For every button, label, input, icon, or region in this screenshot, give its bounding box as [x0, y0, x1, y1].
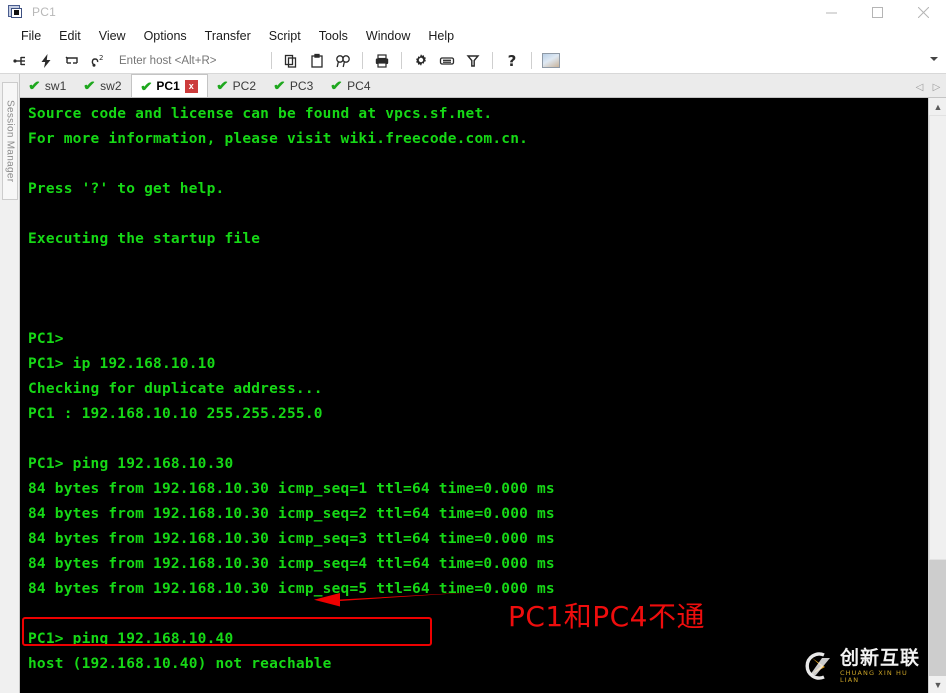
terminal-line: Press '?' to get help. [28, 181, 225, 197]
menu-item-tools[interactable]: Tools [310, 26, 357, 46]
sidebar-item-session-manager[interactable]: Session Manager [2, 82, 18, 200]
terminal-line: PC1 : 192.168.10.10 255.255.255.0 [28, 406, 323, 422]
close-icon[interactable]: x [184, 79, 198, 93]
chevron-left-icon[interactable]: ◁ [914, 81, 925, 94]
tab-label: sw1 [44, 78, 67, 93]
scroll-down-arrow-icon[interactable]: ▼ [929, 676, 946, 693]
tab-pc2[interactable]: ✔ PC2 [207, 74, 265, 97]
menu-item-view[interactable]: View [90, 26, 135, 46]
tab-sw2[interactable]: ✔ sw2 [75, 74, 131, 97]
paste-icon[interactable] [305, 49, 329, 73]
connected-check-icon: ✔ [273, 78, 286, 93]
tab-label: PC2 [232, 78, 256, 93]
window-controls [808, 0, 946, 24]
svg-text:?: ? [508, 53, 517, 69]
image-icon[interactable] [539, 49, 563, 73]
copy-icon[interactable] [279, 49, 303, 73]
connect-icon[interactable] [8, 49, 32, 73]
menu-item-options[interactable]: Options [135, 26, 196, 46]
menu-item-script[interactable]: Script [260, 26, 310, 46]
connect-sftp-icon[interactable]: 2 [86, 49, 110, 73]
tab-pc4[interactable]: ✔ PC4 [322, 74, 380, 97]
connected-check-icon: ✔ [215, 78, 229, 93]
terminal-line: PC1> [28, 331, 64, 347]
tab-sw1[interactable]: ✔ sw1 [20, 74, 76, 97]
terminal-line: For more information, please visit wiki.… [28, 131, 529, 147]
connected-check-icon: ✔ [83, 78, 96, 93]
terminal-line: PC1> ping 192.168.10.30 [28, 456, 234, 472]
terminal-line: 84 bytes from 192.168.10.30 icmp_seq=2 t… [28, 506, 555, 522]
menu-item-window[interactable]: Window [357, 26, 419, 46]
menu-item-edit[interactable]: Edit [50, 26, 90, 46]
tab-pc1[interactable]: ✔ PC1 x [130, 74, 208, 97]
chevron-down-icon[interactable] [930, 57, 938, 61]
scrollbar-thumb[interactable] [929, 115, 946, 560]
keymap-editor-icon[interactable] [435, 49, 459, 73]
menu-item-help[interactable]: Help [419, 26, 463, 46]
maximize-button[interactable] [854, 0, 900, 24]
title-bar: PC1 [0, 0, 946, 24]
reconnect-icon[interactable] [60, 49, 84, 73]
terminal-line: 84 bytes from 192.168.10.30 icmp_seq=5 t… [28, 581, 555, 597]
tab-label: PC4 [347, 78, 371, 93]
tab-label: PC3 [289, 78, 314, 93]
window-title: PC1 [32, 5, 56, 19]
settings-icon[interactable] [409, 49, 433, 73]
tab-pc3[interactable]: ✔ PC3 [265, 74, 323, 97]
scroll-up-arrow-icon[interactable]: ▲ [929, 98, 946, 115]
terminal-output[interactable]: Source code and license can be found at … [20, 98, 928, 693]
tab-label: PC1 [156, 79, 180, 93]
tab-scroll-controls: ◁ ▷ [914, 81, 942, 94]
menu-item-transfer[interactable]: Transfer [196, 26, 260, 46]
terminal-line: PC1> ip 192.168.10.10 [28, 356, 216, 372]
terminal-line-unreachable: host (192.168.10.40) not reachable [28, 656, 332, 672]
toolbar-divider [531, 52, 532, 69]
toolbar-divider [492, 52, 493, 69]
toolbar-divider [401, 52, 402, 69]
terminal-line: PC1> ping 192.168.10.40 [28, 631, 234, 647]
menu-item-file[interactable]: File [12, 26, 50, 46]
host-input[interactable] [119, 54, 259, 67]
toolbar-divider [271, 52, 272, 69]
terminal-line: Executing the startup file [28, 231, 261, 247]
svg-text:2: 2 [99, 54, 103, 62]
toolbar: 2 Enter host <Alt+R> ? [0, 48, 946, 74]
toolbar-divider [362, 52, 363, 69]
connected-check-icon: ✔ [330, 78, 343, 93]
minimize-button[interactable] [808, 0, 854, 24]
print-icon[interactable] [370, 49, 394, 73]
securecrt-session-icon [8, 4, 24, 20]
close-button[interactable] [900, 0, 946, 24]
terminal-line: 84 bytes from 192.168.10.30 icmp_seq=4 t… [28, 556, 555, 572]
tab-label: sw2 [100, 78, 122, 93]
session-manager-label: Session Manager [4, 99, 16, 183]
terminal-line: Source code and license can be found at … [28, 106, 493, 122]
menu-bar: File Edit View Options Transfer Script T… [0, 24, 946, 48]
help-icon[interactable]: ? [500, 49, 524, 73]
terminal-line: Checking for duplicate address... [28, 381, 323, 397]
filter-icon[interactable] [461, 49, 485, 73]
find-icon[interactable] [331, 49, 355, 73]
quick-connect-icon[interactable] [34, 49, 58, 73]
terminal-line: 84 bytes from 192.168.10.30 icmp_seq=3 t… [28, 531, 555, 547]
terminal-line: 84 bytes from 192.168.10.30 icmp_seq=1 t… [28, 481, 555, 497]
chevron-right-icon[interactable]: ▷ [931, 81, 942, 94]
connected-check-icon: ✔ [139, 78, 153, 94]
terminal-scrollbar[interactable]: ▲ ▼ [928, 98, 946, 693]
tab-bar: ✔ sw1 ✔ sw2 ✔ PC1 x ✔ PC2 ✔ PC3 ✔ PC4 ◁ … [20, 74, 946, 98]
scrollbar-lower-region[interactable] [929, 560, 946, 676]
connected-check-icon: ✔ [28, 78, 41, 93]
session-manager-panel: Session Manager [0, 74, 20, 693]
annotation-note: PC1和PC4不通 [508, 600, 706, 633]
